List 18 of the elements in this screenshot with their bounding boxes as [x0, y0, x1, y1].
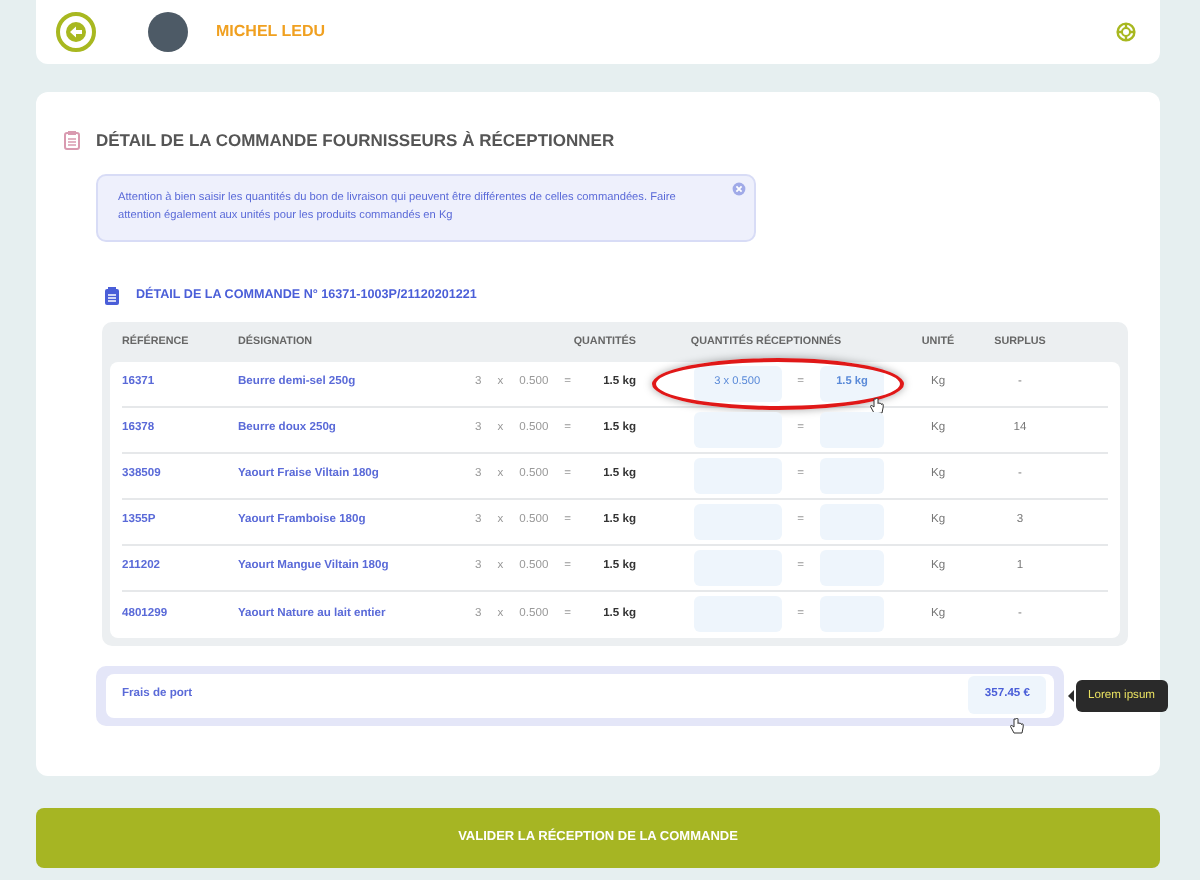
arrow-icon — [66, 22, 86, 42]
clipboard-icon — [104, 285, 120, 306]
total-field[interactable] — [820, 549, 884, 586]
close-icon[interactable] — [732, 181, 746, 196]
user-name: MICHEL LEDU — [216, 20, 326, 44]
total-field[interactable] — [820, 457, 884, 494]
quantity-field[interactable] — [693, 411, 782, 448]
pointer-cursor-icon — [870, 397, 884, 414]
total-field[interactable] — [820, 411, 884, 448]
quantity-field[interactable] — [693, 457, 782, 494]
clipboard-icon — [64, 130, 80, 151]
back-button[interactable] — [56, 12, 96, 52]
page-title: DÉTAIL DE LA COMMANDE FOURNISSEURS À RÉCEPTIONNER — [96, 128, 615, 154]
avatar — [148, 12, 188, 52]
quantity-field[interactable] — [693, 503, 782, 540]
lifebuoy-icon[interactable] — [1116, 22, 1136, 42]
quantity-field[interactable] — [693, 549, 782, 586]
total-field[interactable] — [820, 503, 884, 540]
